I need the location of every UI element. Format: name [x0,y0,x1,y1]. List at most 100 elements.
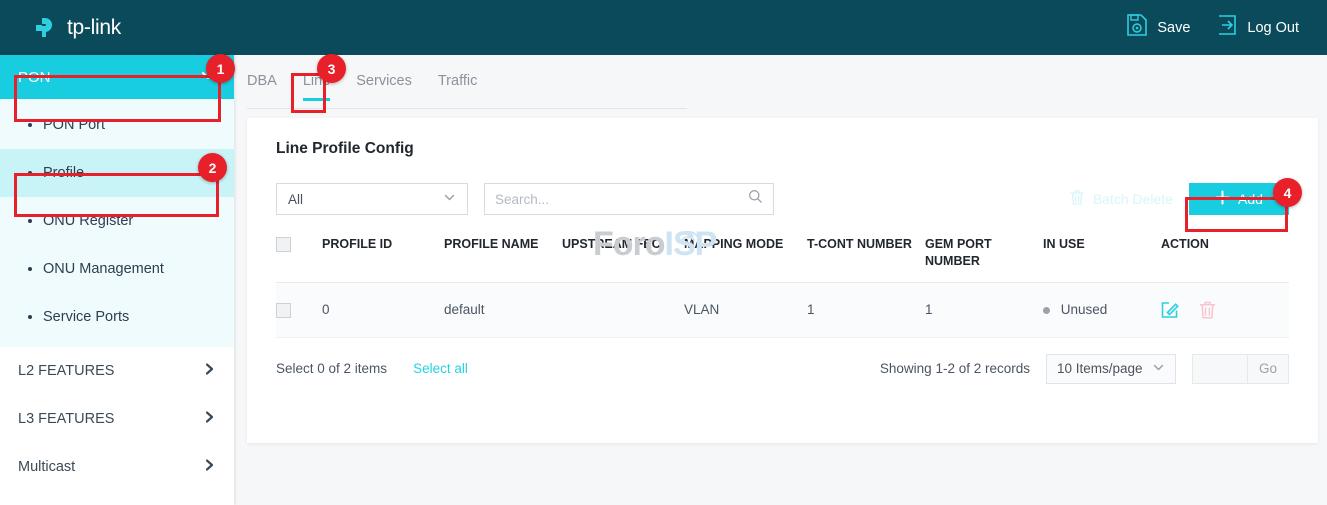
save-gear-icon [1126,13,1148,42]
sidebar-item-label: ONU Management [43,261,164,277]
search-box[interactable] [484,183,774,215]
column-upstream-fec: UPSTREAM FEC [562,228,684,282]
tab-dba[interactable]: DBA [247,73,277,100]
page-size-select[interactable]: 10 Items/page [1046,354,1176,384]
column-gem-port-number: GEM PORT NUMBER [925,228,1043,282]
table-footer: Select 0 of 2 items Select all Showing 1… [247,338,1318,384]
sidebar-nav: PON PON Port Profile ONU Register [0,55,234,505]
cell-profile-name: default [444,282,562,337]
top-header-bar: tp-link Save [0,0,1327,55]
table-head: PROFILE ID PROFILE NAME UPSTREAM FEC MAP… [276,228,1289,282]
logout-button[interactable]: Log Out [1216,14,1299,41]
logout-label: Log Out [1247,20,1299,36]
app-root: tp-link Save [0,0,1327,505]
annotation-badge-3: 3 [317,54,346,83]
profiles-table: PROFILE ID PROFILE NAME UPSTREAM FEC MAP… [276,228,1289,338]
sidebar-item-label: L2 FEATURES [18,363,114,379]
bullet-icon [28,219,32,223]
search-icon[interactable] [748,189,763,209]
row-checkbox[interactable] [276,303,291,318]
bullet-icon [28,171,32,175]
brand-name: tp-link [67,16,121,40]
logout-arrow-icon [1216,14,1238,41]
content-card: Line Profile Config All [247,118,1318,443]
save-label: Save [1157,20,1190,36]
sidebar-item-l2-features[interactable]: L2 FEATURES [0,347,234,395]
filter-select[interactable]: All [276,183,468,215]
sidebar-item-l3-features[interactable]: L3 FEATURES [0,395,234,443]
pagination-controls: Showing 1-2 of 2 records 10 Items/page G… [880,354,1289,384]
batch-delete-label: Batch Delete [1093,191,1173,207]
add-label: Add [1238,191,1263,207]
sidebar-item-onu-register[interactable]: ONU Register [0,197,234,245]
tab-traffic[interactable]: Traffic [438,73,477,100]
chevron-down-icon [1152,361,1165,377]
annotation-badge-2: 2 [198,153,227,182]
chevron-right-icon [202,362,216,380]
search-input[interactable] [495,192,748,207]
plus-icon [1215,190,1230,208]
go-to-page-group: Go [1192,354,1289,384]
table-row[interactable]: 0 default VLAN 1 1 Unused [276,282,1289,337]
page-title: Line Profile Config [247,118,1318,158]
table-body: 0 default VLAN 1 1 Unused [276,282,1289,337]
sidebar-item-label: ONU Register [43,213,133,229]
sidebar-item-pon-port[interactable]: PON Port [0,101,234,149]
cell-mapping-mode: VLAN [684,282,807,337]
sidebar-item-label: Profile [43,165,84,181]
cell-upstream-fec [562,282,684,337]
cell-in-use: Unused [1043,282,1161,337]
toolbar-right-actions: Batch Delete Add [1069,183,1289,215]
brand-logo[interactable]: tp-link [32,14,121,42]
cell-gem-port-number: 1 [925,282,1043,337]
sidebar-item-label: Service Ports [43,309,129,325]
sidebar-item-label: PON Port [43,117,105,133]
cell-profile-id: 0 [322,282,444,337]
chevron-right-icon [202,458,216,476]
sidebar-subitems: PON Port Profile ONU Register ONU Manage… [0,99,234,347]
sidebar-item-label: Multicast [18,459,75,475]
annotation-badge-4: 4 [1273,178,1302,207]
sidebar-item-service-ports[interactable]: Service Ports [0,293,234,341]
sidebar-item-onu-management[interactable]: ONU Management [0,245,234,293]
row-actions [1161,300,1289,320]
sidebar-group-pon[interactable]: PON [0,55,234,99]
go-button[interactable]: Go [1247,354,1289,384]
bullet-icon [28,315,32,319]
sidebar-item-multicast[interactable]: Multicast [0,443,234,491]
select-all-link[interactable]: Select all [413,361,468,376]
page-number-input[interactable] [1192,354,1248,384]
sidebar-group-pon-label: PON [18,69,51,86]
topbar-actions: Save Log Out [1126,13,1299,42]
selection-summary: Select 0 of 2 items [276,361,387,376]
status-badge: Unused [1061,302,1108,317]
select-all-header [276,228,322,282]
column-profile-name: PROFILE NAME [444,228,562,282]
status-badge-dot [1043,307,1050,314]
batch-delete-button[interactable]: Batch Delete [1069,189,1173,209]
row-select-cell [276,282,322,337]
column-tcont-number: T-CONT NUMBER [807,228,925,282]
tplink-logo-icon [32,14,60,42]
select-all-checkbox[interactable] [276,237,291,252]
records-summary: Showing 1-2 of 2 records [880,361,1030,376]
trash-icon [1069,189,1085,209]
tab-services[interactable]: Services [356,73,412,100]
column-in-use: IN USE [1043,228,1161,282]
column-action: ACTION [1161,228,1289,282]
sidebar-item-label: L3 FEATURES [18,411,114,427]
bullet-icon [28,123,32,127]
trash-icon[interactable] [1198,300,1217,320]
page-size-value: 10 Items/page [1057,361,1143,376]
annotation-badge-1: 1 [206,54,235,83]
bullet-icon [28,267,32,271]
chevron-right-icon [202,410,216,428]
column-mapping-mode: MAPPING MODE [684,228,807,282]
table-toolbar: All [247,158,1318,214]
save-button[interactable]: Save [1126,13,1190,42]
cell-action [1161,282,1289,337]
filter-select-value: All [288,192,303,207]
edit-pencil-icon[interactable] [1161,300,1180,319]
table-header-row: PROFILE ID PROFILE NAME UPSTREAM FEC MAP… [276,228,1289,282]
chevron-down-icon [443,191,456,207]
